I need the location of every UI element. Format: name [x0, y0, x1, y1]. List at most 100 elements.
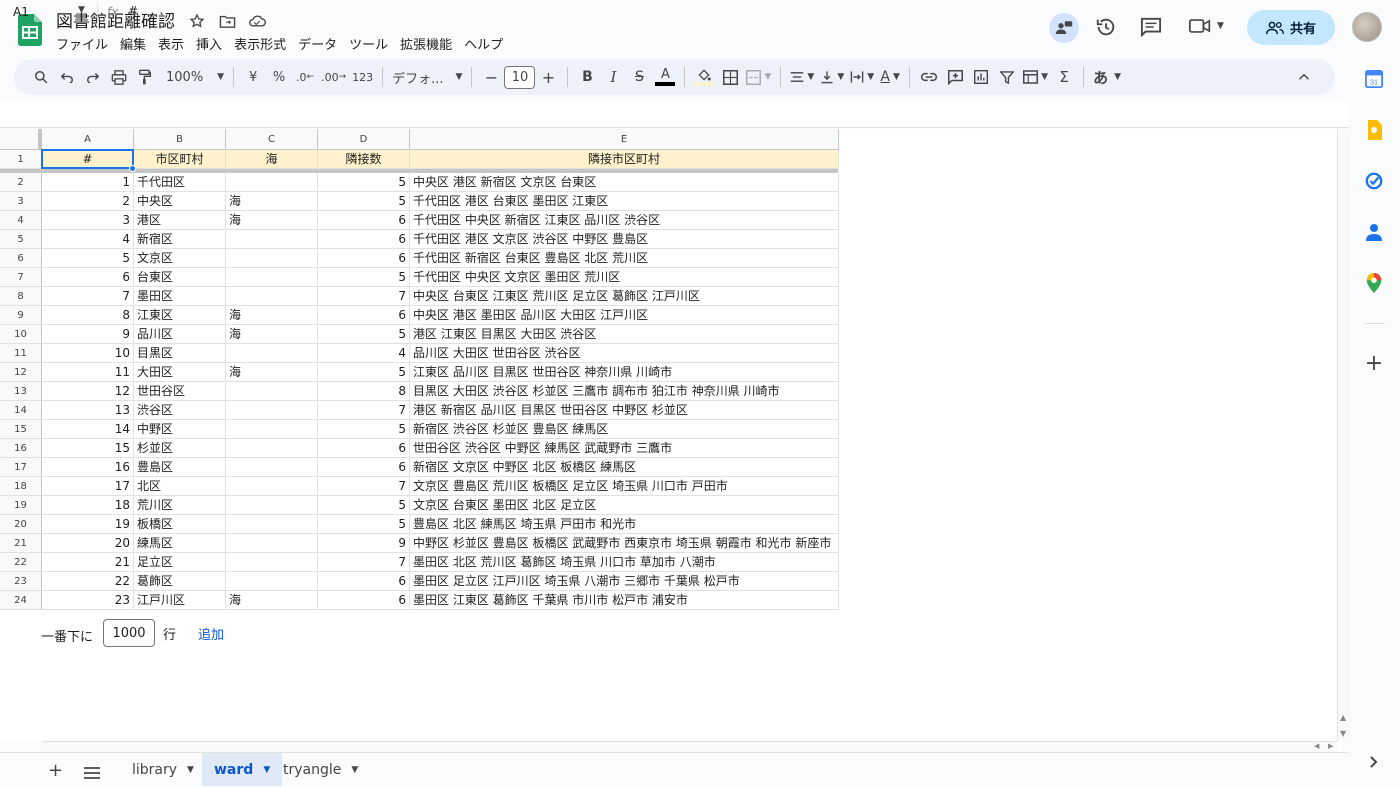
name-box[interactable]: A1 — [13, 5, 29, 19]
table-cell[interactable]: 5 — [318, 496, 410, 515]
table-cell[interactable]: 5 — [318, 192, 410, 211]
avatar[interactable] — [1352, 12, 1382, 42]
table-cell[interactable]: 港区 新宿区 品川区 目黒区 世田谷区 中野区 杉並区 — [410, 401, 839, 420]
table-cell[interactable]: 9 — [318, 534, 410, 553]
table-cell[interactable]: 6 — [318, 439, 410, 458]
table-cell[interactable]: 杉並区 — [134, 439, 226, 458]
table-cell[interactable]: 4 — [318, 344, 410, 363]
borders-icon[interactable] — [717, 65, 743, 89]
table-cell[interactable]: 19 — [42, 515, 134, 534]
cloud-status-icon[interactable] — [246, 11, 268, 31]
tasks-icon[interactable] — [1364, 171, 1384, 191]
table-cell[interactable]: 墨田区 江東区 葛飾区 千葉県 市川市 松戸市 浦安市 — [410, 591, 839, 610]
table-cell[interactable]: 板橋区 — [134, 515, 226, 534]
zoom-select[interactable]: 100% ▼ — [158, 65, 227, 89]
functions-icon[interactable]: Σ — [1051, 65, 1077, 89]
table-cell[interactable]: 千代田区 — [134, 173, 226, 192]
table-cell[interactable]: 5 — [318, 325, 410, 344]
row-header[interactable]: 2 — [0, 173, 42, 192]
font-family-select[interactable]: デフォ... ▼ — [389, 65, 465, 89]
keep-icon[interactable] — [1364, 120, 1384, 140]
header-cell[interactable]: 海 — [226, 150, 318, 169]
decrease-decimal-button[interactable]: .0 ← — [292, 65, 318, 89]
text-rotation-icon[interactable]: A ▼ — [877, 65, 903, 89]
table-cell[interactable]: 2 — [42, 192, 134, 211]
select-all-corner[interactable] — [0, 129, 42, 150]
table-cell[interactable]: 荒川区 — [134, 496, 226, 515]
table-cell[interactable] — [226, 401, 318, 420]
menu-format[interactable]: 表示形式 — [228, 32, 292, 55]
row-header[interactable]: 5 — [0, 230, 42, 249]
table-cell[interactable]: 世田谷区 — [134, 382, 226, 401]
fill-handle[interactable] — [129, 165, 136, 172]
contacts-icon[interactable] — [1364, 222, 1384, 242]
table-cell[interactable] — [226, 230, 318, 249]
menu-data[interactable]: データ — [292, 32, 343, 55]
print-icon[interactable] — [106, 65, 132, 89]
row-header[interactable]: 6 — [0, 249, 42, 268]
share-button[interactable]: 共有 — [1247, 10, 1335, 45]
column-header[interactable]: D — [318, 129, 410, 150]
all-sheets-icon[interactable] — [84, 764, 100, 783]
freeze-row-divider[interactable] — [0, 169, 42, 173]
table-cell[interactable]: 4 — [42, 230, 134, 249]
row-header[interactable]: 20 — [0, 515, 42, 534]
table-cell[interactable]: 渋谷区 — [134, 401, 226, 420]
table-cell[interactable]: 千代田区 港区 文京区 渋谷区 中野区 豊島区 — [410, 230, 839, 249]
table-cell[interactable]: 8 — [318, 382, 410, 401]
paint-format-icon[interactable] — [132, 65, 158, 89]
row-header[interactable]: 11 — [0, 344, 42, 363]
currency-format-button[interactable]: ¥ — [240, 65, 266, 89]
row-header[interactable]: 4 — [0, 211, 42, 230]
row-header[interactable]: 17 — [0, 458, 42, 477]
scroll-right-icon[interactable]: ▶ — [1328, 742, 1333, 750]
chat-presence-icon[interactable] — [1049, 13, 1079, 43]
table-cell[interactable] — [226, 458, 318, 477]
table-cell[interactable]: 5 — [42, 249, 134, 268]
table-cell[interactable]: 6 — [318, 249, 410, 268]
table-cell[interactable]: 22 — [42, 572, 134, 591]
table-cell[interactable]: 5 — [318, 363, 410, 382]
row-header[interactable]: 3 — [0, 192, 42, 211]
table-cell[interactable]: 21 — [42, 553, 134, 572]
formula-input[interactable]: # — [128, 4, 138, 18]
table-cell[interactable]: 海 — [226, 306, 318, 325]
table-cell[interactable]: 7 — [318, 477, 410, 496]
row-header[interactable]: 8 — [0, 287, 42, 306]
increase-decimal-button[interactable]: .00 → — [318, 65, 349, 89]
column-header[interactable]: A — [42, 129, 134, 150]
table-cell[interactable] — [226, 420, 318, 439]
row-header[interactable]: 14 — [0, 401, 42, 420]
vertical-scrollbar[interactable] — [1337, 129, 1349, 741]
insert-comment-icon[interactable] — [942, 65, 968, 89]
table-cell[interactable]: 足立区 — [134, 553, 226, 572]
menu-extensions[interactable]: 拡張機能 — [394, 32, 458, 55]
table-cell[interactable]: 8 — [42, 306, 134, 325]
table-cell[interactable]: 20 — [42, 534, 134, 553]
redo-icon[interactable] — [80, 65, 106, 89]
table-cell[interactable]: 練馬区 — [134, 534, 226, 553]
undo-icon[interactable] — [54, 65, 80, 89]
table-cell[interactable]: 新宿区 渋谷区 杉並区 豊島区 練馬区 — [410, 420, 839, 439]
table-cell[interactable]: 港区 — [134, 211, 226, 230]
meet-button[interactable]: ▼ — [1189, 18, 1224, 34]
spreadsheet-grid[interactable]: A B C D E 1 # 市区町村海隣接数 隣接市区町村 2 1 千代田区 5 中央区 港区 新宿区 文… — [0, 129, 1337, 741]
header-cell[interactable]: 市区町村 — [134, 150, 226, 169]
table-cell[interactable]: 中央区 — [134, 192, 226, 211]
scroll-left-icon[interactable]: ◀ — [1314, 742, 1319, 750]
table-cell[interactable]: 5 — [318, 515, 410, 534]
chevron-down-icon[interactable]: ▼ — [78, 5, 85, 15]
row-header[interactable]: 22 — [0, 553, 42, 572]
insert-link-icon[interactable] — [916, 65, 942, 89]
header-cell[interactable]: 隣接数 — [318, 150, 410, 169]
table-cell[interactable]: 海 — [226, 211, 318, 230]
table-cell[interactable]: 7 — [42, 287, 134, 306]
table-cell[interactable]: 7 — [318, 287, 410, 306]
row-header[interactable]: 7 — [0, 268, 42, 287]
row-header[interactable]: 19 — [0, 496, 42, 515]
column-header[interactable]: E — [410, 129, 839, 150]
table-cell[interactable]: 11 — [42, 363, 134, 382]
table-cell[interactable]: 港区 江東区 目黒区 大田区 渋谷区 — [410, 325, 839, 344]
table-cell[interactable]: 千代田区 新宿区 台東区 豊島区 北区 荒川区 — [410, 249, 839, 268]
menu-view[interactable]: 表示 — [152, 32, 190, 55]
